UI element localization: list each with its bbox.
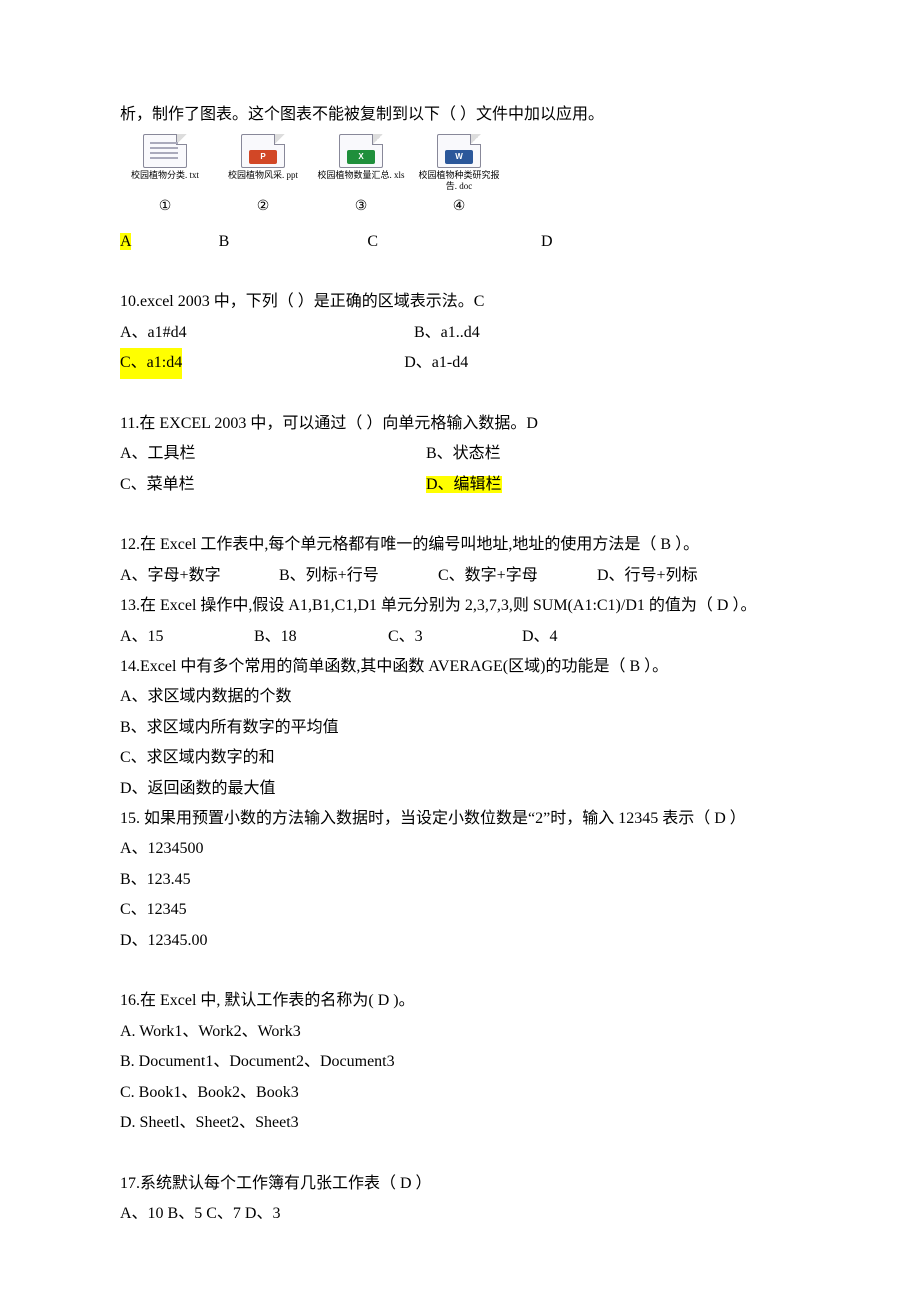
q12-opts: A、字母+数字 B、列标+行号 C、数字+字母 D、行号+列标	[120, 561, 800, 591]
q11-stem: 11.在 EXCEL 2003 中，可以通过（ ）向单元格输入数据。D	[120, 409, 800, 439]
q12-stem: 12.在 Excel 工作表中,每个单元格都有唯一的编号叫地址,地址的使用方法是…	[120, 530, 800, 560]
q11-opt-a: A、工具栏	[120, 439, 422, 469]
q10-opts-row2: C、a1:d4 D、a1-d4	[120, 348, 800, 378]
xls-file-icon: X	[339, 134, 383, 168]
q17-stem: 17.系统默认每个工作簿有几张工作表（ D ）	[120, 1169, 800, 1199]
q11-opt-c: C、菜单栏	[120, 470, 422, 500]
q9-opt-a: A	[120, 233, 131, 250]
document-page: 析，制作了图表。这个图表不能被复制到以下（ ）文件中加以应用。 校园植物分类. …	[0, 0, 920, 1309]
circ-label: ③	[316, 194, 406, 221]
q9-opt-b: B	[219, 233, 230, 250]
circ-label: ②	[218, 194, 308, 221]
q10-stem: 10.excel 2003 中，下列（ ）是正确的区域表示法。C	[120, 287, 800, 317]
q15-opt-b: B、123.45	[120, 865, 800, 895]
q16-opt-b: B. Document1、Document2、Document3	[120, 1047, 800, 1077]
q10-opt-c: C、a1:d4	[120, 348, 182, 378]
q16-opt-d: D. Sheetl、Sheet2、Sheet3	[120, 1108, 800, 1138]
q15-stem: 15. 如果用预置小数的方法输入数据时，当设定小数位数是“2”时，输入 1234…	[120, 804, 800, 834]
q10-opt-d: D、a1-d4	[404, 354, 468, 371]
q13-stem: 13.在 Excel 操作中,假设 A1,B1,C1,D1 单元分别为 2,3,…	[120, 591, 800, 621]
q15-opt-a: A、1234500	[120, 834, 800, 864]
q13-opts: A、15 B、18 C、3 D、4	[120, 622, 800, 652]
q11-opt-d: D、编辑栏	[426, 476, 502, 493]
q9-intro: 析，制作了图表。这个图表不能被复制到以下（ ）文件中加以应用。	[120, 100, 800, 130]
q13-opt-a: A、15	[120, 622, 250, 652]
q12-opt-a: A、字母+数字	[120, 561, 275, 591]
q9-opt-c: C	[367, 233, 378, 250]
q12-opt-d: D、行号+列标	[597, 567, 698, 584]
circ-label: ①	[120, 194, 210, 221]
q9-options: A B C D	[120, 227, 800, 257]
circ-label: ④	[414, 194, 504, 221]
q14-opt-d: D、返回函数的最大值	[120, 774, 800, 804]
doc-file-icon: W	[437, 134, 481, 168]
q10-opt-b: B、a1..d4	[414, 324, 480, 341]
q16-opt-a: A. Work1、Work2、Work3	[120, 1017, 800, 1047]
file-item: W 校园植物种类研究报告. doc	[414, 134, 504, 192]
file-item: X 校园植物数量汇总. xls	[316, 134, 406, 192]
file-item: P 校园植物风采. ppt	[218, 134, 308, 192]
q11-opts-row2: C、菜单栏 D、编辑栏	[120, 470, 800, 500]
q10-opts-row1: A、a1#d4 B、a1..d4	[120, 318, 800, 348]
q9-files-row: 校园植物分类. txt P 校园植物风采. ppt X 校园植物数量汇总. xl…	[120, 134, 800, 192]
txt-file-icon	[143, 134, 187, 168]
q11-opts-row1: A、工具栏 B、状态栏	[120, 439, 800, 469]
q14-stem: 14.Excel 中有多个常用的简单函数,其中函数 AVERAGE(区域)的功能…	[120, 652, 800, 682]
file-name: 校园植物种类研究报告. doc	[414, 170, 504, 192]
q12-opt-b: B、列标+行号	[279, 561, 434, 591]
q16-opt-c: C. Book1、Book2、Book3	[120, 1078, 800, 1108]
file-item: 校园植物分类. txt	[120, 134, 210, 192]
ppt-file-icon: P	[241, 134, 285, 168]
q9-opt-d: D	[541, 233, 553, 250]
q13-opt-b: B、18	[254, 622, 384, 652]
q16-stem: 16.在 Excel 中, 默认工作表的名称为( D )。	[120, 986, 800, 1016]
q12-opt-c: C、数字+字母	[438, 561, 593, 591]
q13-opt-d: D、4	[522, 628, 558, 645]
q14-opt-c: C、求区域内数字的和	[120, 743, 800, 773]
q15-opt-c: C、12345	[120, 895, 800, 925]
file-name: 校园植物数量汇总. xls	[316, 170, 406, 181]
q10-opt-a: A、a1#d4	[120, 318, 410, 348]
file-name: 校园植物分类. txt	[120, 170, 210, 181]
q14-opt-a: A、求区域内数据的个数	[120, 682, 800, 712]
q11-opt-b: B、状态栏	[426, 445, 501, 462]
q17-opts: A、10 B、5 C、7 D、3	[120, 1199, 800, 1229]
q13-opt-c: C、3	[388, 622, 518, 652]
q15-opt-d: D、12345.00	[120, 926, 800, 956]
file-name: 校园植物风采. ppt	[218, 170, 308, 181]
q14-opt-b: B、求区域内所有数字的平均值	[120, 713, 800, 743]
q9-circ-row: ① ② ③ ④	[120, 194, 800, 221]
